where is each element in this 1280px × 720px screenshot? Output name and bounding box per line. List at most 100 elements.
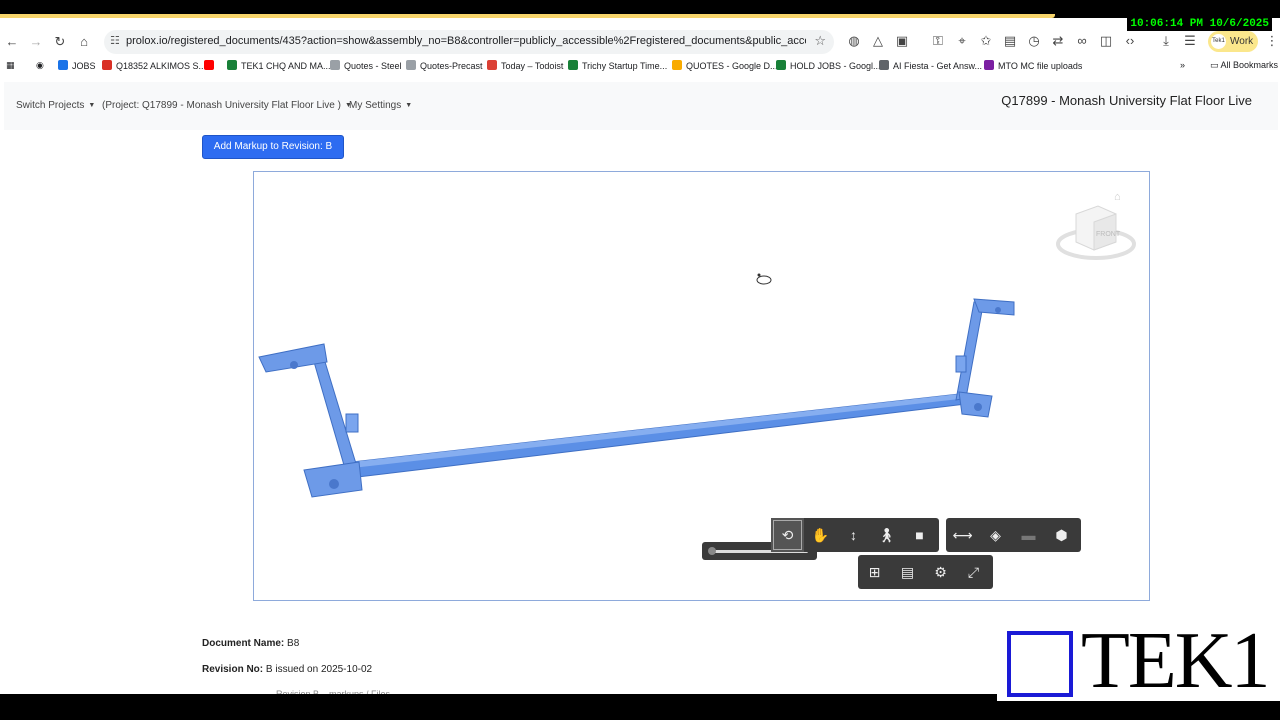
favorites-icon[interactable]: ✩ xyxy=(978,33,994,49)
all-bookmarks[interactable]: ▭ All Bookmarks xyxy=(1210,60,1278,71)
bookmark-item[interactable]: Quotes-Precast xyxy=(406,60,483,71)
structure-icon[interactable]: ⊞ xyxy=(858,555,891,589)
main-beam xyxy=(351,393,967,478)
bookmarks-bar: ▦ ◉ JOBS Q18352 ALKIMOS S... TEK1 CHQ AN… xyxy=(0,58,1280,76)
model-toolbar: ⟷ ◈ ▬ ⬢ xyxy=(946,518,1081,552)
camera-icon[interactable]: ■ xyxy=(903,518,936,552)
section-icon[interactable]: ◈ xyxy=(979,518,1012,552)
document-name-value: B8 xyxy=(287,638,300,649)
logo-text: TEK1 xyxy=(1081,617,1271,705)
window-top-bar xyxy=(0,0,1280,18)
revision-row: Revision No: B issued on 2025-10-02 xyxy=(202,664,373,675)
profile-chip[interactable]: Tek1 Work xyxy=(1208,31,1258,52)
bookmark-item[interactable]: MTO MC file uploads xyxy=(984,60,1082,71)
bookmark-favicon-icon xyxy=(406,60,416,70)
puzzle-icon[interactable]: ▣ xyxy=(894,33,910,49)
bookmark-item[interactable]: JOBS xyxy=(58,60,96,71)
site-info-icon[interactable]: ☷ xyxy=(110,34,120,47)
caret-down-icon: ▼ xyxy=(88,102,96,109)
explode-icon[interactable]: ▬ xyxy=(1012,518,1045,552)
bookmark-item[interactable]: Today – Todoist xyxy=(487,60,563,71)
bookmark-item[interactable]: Trichy Startup Time... xyxy=(568,60,667,71)
document-info: Document Name: B8 Revision No: B issued … xyxy=(202,638,372,690)
reload-icon[interactable]: ↻ xyxy=(51,33,69,51)
project-dropdown[interactable]: (Project: Q17899 - Monash University Fla… xyxy=(102,100,352,111)
profile-label: Work xyxy=(1230,36,1254,47)
bookmark-item[interactable]: TEK1 CHQ AND MA... xyxy=(227,60,331,71)
walk-icon[interactable]: 🚶︎ xyxy=(870,518,903,552)
sheets-icon xyxy=(776,60,786,70)
bookmark-star-icon[interactable]: ☆ xyxy=(814,33,826,49)
logo-square xyxy=(1007,631,1073,697)
bookmark-item[interactable]: QUOTES - Google D... xyxy=(672,60,778,71)
avatar: Tek1 xyxy=(1211,34,1226,49)
back-icon[interactable]: ← xyxy=(3,33,21,51)
key-icon[interactable]: ⚿ xyxy=(930,33,946,49)
document-name-row: Document Name: B8 xyxy=(202,638,300,649)
orbit-cursor-icon xyxy=(756,273,772,285)
fullscreen-icon[interactable]: ⤢ xyxy=(957,555,990,589)
bookmark-favicon-icon xyxy=(984,60,994,70)
sheets-icon xyxy=(568,60,578,70)
address-bar[interactable]: ☷ prolox.io/registered_documents/435?act… xyxy=(104,30,834,54)
tasks-icon[interactable]: ☰ xyxy=(1182,33,1198,49)
model-viewer[interactable]: FRONT ⌂ ⟲ ✋ ↕ 🚶︎ ■ ⟷ ◈ ▬ ⬢ ⊞ ▤ ⚙ ⤢ xyxy=(253,171,1150,601)
forward-icon[interactable]: → xyxy=(27,33,45,51)
menu-icon[interactable]: ⋮ xyxy=(1264,33,1280,49)
folder-icon: ▭ xyxy=(1210,60,1221,70)
properties-icon[interactable]: ▤ xyxy=(891,555,924,589)
drive-icon[interactable]: △ xyxy=(870,33,886,49)
sheets-icon xyxy=(227,60,237,70)
devtools-icon[interactable]: ‹› xyxy=(1122,33,1138,48)
more-bookmarks-icon[interactable]: » xyxy=(1180,60,1185,70)
bookmark-favicon-icon xyxy=(102,60,112,70)
bookmark-item[interactable]: Quotes - Steel xyxy=(330,60,402,71)
add-markup-button[interactable]: Add Markup to Revision: B xyxy=(202,135,344,159)
page-title: Q17899 - Monash University Flat Floor Li… xyxy=(1001,93,1252,108)
dolly-icon[interactable]: ↕ xyxy=(837,518,870,552)
app-navbar: Switch Projects ▼ (Project: Q17899 - Mona… xyxy=(4,82,1278,130)
settings-toolbar: ⊞ ▤ ⚙ ⤢ xyxy=(858,555,993,589)
measure-icon[interactable]: ⟷ xyxy=(946,518,979,552)
tab-strip-highlight xyxy=(0,14,1055,18)
orbit-icon[interactable]: ⟲ xyxy=(771,518,804,552)
my-settings-dropdown[interactable]: My Settings ▼ xyxy=(349,100,412,111)
pan-icon[interactable]: ✋ xyxy=(804,518,837,552)
url-text[interactable]: prolox.io/registered_documents/435?actio… xyxy=(126,35,806,47)
link-icon[interactable]: ∞ xyxy=(1074,33,1090,48)
home-icon[interactable]: ⌂ xyxy=(75,33,93,51)
slider-knob[interactable] xyxy=(708,547,716,555)
model-icon[interactable]: ⬢ xyxy=(1045,518,1078,552)
sidepanel-icon[interactable]: ◫ xyxy=(1098,33,1114,49)
settings-icon[interactable]: ⚙ xyxy=(924,555,957,589)
apps-icon[interactable]: ▦ xyxy=(6,60,15,71)
bookmark-item[interactable]: Q18352 ALKIMOS S... xyxy=(102,60,206,71)
extension-icon[interactable]: ◍ xyxy=(846,33,862,49)
navigation-toolbar: ⟲ ✋ ↕ 🚶︎ ■ xyxy=(771,518,939,552)
viewcube-label: FRONT xyxy=(1096,231,1121,238)
chrome-icon[interactable]: ◉ xyxy=(36,60,44,71)
switch-projects-dropdown[interactable]: Switch Projects ▼ xyxy=(16,100,95,111)
bookmark-item[interactable]: AI Fiesta - Get Answ... xyxy=(879,60,982,71)
todoist-icon xyxy=(487,60,497,70)
clock-overlay: 10:06:14 PM 10/6/2025 xyxy=(1127,17,1272,31)
download-icon[interactable]: ⤓ xyxy=(1158,33,1174,49)
caret-down-icon: ▼ xyxy=(405,102,413,109)
revision-value: B issued on 2025-10-02 xyxy=(265,664,373,675)
youtube-icon xyxy=(204,60,214,70)
viewcube-icon[interactable]: FRONT ⌂ xyxy=(1054,184,1138,268)
right-post xyxy=(955,298,1015,418)
bookmark-favicon-icon xyxy=(879,60,889,70)
left-post xyxy=(258,343,363,498)
translate-icon[interactable]: ⇄ xyxy=(1050,33,1066,49)
bookmark-item[interactable] xyxy=(204,60,218,71)
bookmark-item[interactable]: HOLD JOBS - Googl... xyxy=(776,60,881,71)
history-icon[interactable]: ◷ xyxy=(1026,33,1042,49)
reading-list-icon[interactable]: ▤ xyxy=(1002,33,1018,49)
drive-icon xyxy=(672,60,682,70)
home-view-icon[interactable]: ⌂ xyxy=(1114,191,1121,203)
tek1-logo: TEK1 xyxy=(997,617,1280,705)
bookmark-favicon-icon xyxy=(330,60,340,70)
location-icon[interactable]: ⌖ xyxy=(954,33,970,49)
bookmark-favicon-icon xyxy=(58,60,68,70)
